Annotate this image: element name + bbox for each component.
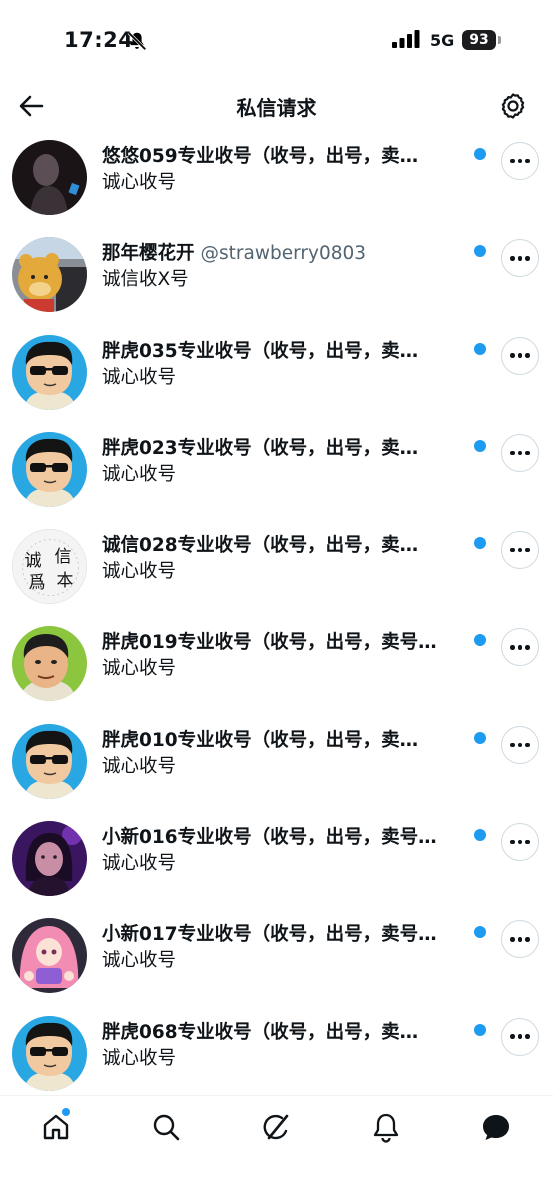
- page-title: 私信请求: [236, 96, 317, 120]
- bottom-navigation: [0, 1095, 553, 1201]
- unread-indicator: [474, 731, 486, 744]
- avatar[interactable]: [12, 1015, 87, 1091]
- nav-search[interactable]: [150, 1111, 182, 1143]
- battery-tip: [498, 36, 501, 44]
- avatar[interactable]: [12, 626, 87, 702]
- sender-handle: @strawberry0803: [200, 243, 367, 265]
- sender-name: 胖虎019专业收号（收号，出号，卖号…: [102, 632, 437, 654]
- home-unread-dot: [62, 1108, 70, 1116]
- avatar[interactable]: [12, 140, 87, 215]
- unread-indicator: [474, 245, 486, 258]
- message-preview: 诚心收号: [102, 853, 177, 875]
- notifications-icon: [373, 1113, 399, 1143]
- unread-indicator: [474, 342, 486, 355]
- more-options-button[interactable]: [501, 433, 539, 472]
- avatar[interactable]: [12, 431, 87, 507]
- seal-char: 诚: [25, 551, 42, 571]
- message-preview: 诚信收X号: [102, 269, 189, 291]
- more-options-button[interactable]: [501, 628, 539, 667]
- network-type: 5G: [430, 31, 455, 50]
- search-icon: [153, 1114, 180, 1141]
- unread-indicator: [474, 926, 486, 939]
- status-time: 17:24: [64, 28, 134, 52]
- list-item[interactable]: 胖虎019专业收号（收号，出号，卖号… 诚心收号: [0, 616, 553, 713]
- message-preview: 诚心收号: [102, 463, 177, 485]
- more-options-button[interactable]: [501, 920, 539, 959]
- seal-char: 信: [55, 547, 72, 567]
- unread-indicator: [474, 537, 486, 550]
- message-preview: 诚心收号: [102, 755, 177, 777]
- nav-grok[interactable]: [260, 1111, 292, 1143]
- status-bar: 17:24 5G 93: [0, 0, 553, 80]
- avatar[interactable]: 诚 信 爲 本: [12, 529, 87, 605]
- unread-indicator: [474, 829, 486, 842]
- sender-name: 那年樱花开 @strawberry0803: [102, 243, 367, 265]
- list-item[interactable]: 胖虎010专业收号（收号，出号，卖… 诚心收号: [0, 714, 553, 811]
- message-preview: 诚心收号: [102, 658, 177, 680]
- more-options-button[interactable]: [501, 823, 539, 862]
- cellular-signal-icon: [392, 30, 420, 48]
- list-item[interactable]: 胖虎035专业收号（收号，出号，卖… 诚心收号: [0, 325, 553, 422]
- avatar[interactable]: [12, 237, 87, 313]
- settings-gear-icon[interactable]: [498, 91, 528, 121]
- more-options-button[interactable]: [501, 142, 539, 180]
- avatar[interactable]: [12, 723, 87, 799]
- seal-char: 爲: [29, 573, 46, 593]
- unread-indicator: [474, 148, 486, 160]
- list-item[interactable]: 小新017专业收号（收号，出号，卖号… 诚心收号: [0, 908, 553, 1005]
- message-preview: 诚心收号: [102, 1047, 177, 1069]
- muted-bell-icon: [127, 31, 147, 51]
- list-item[interactable]: 胖虎068专业收号（收号，出号，卖… 诚心收号: [0, 1006, 553, 1103]
- messages-icon: [483, 1115, 509, 1140]
- avatar[interactable]: [12, 334, 87, 410]
- sender-name: 胖虎035专业收号（收号，出号，卖…: [102, 340, 419, 362]
- more-options-button[interactable]: [501, 725, 539, 764]
- more-options-button[interactable]: [501, 239, 539, 278]
- unread-indicator: [474, 1023, 486, 1036]
- list-item[interactable]: 小新016专业收号（收号，出号，卖号… 诚心收号: [0, 811, 553, 908]
- avatar[interactable]: [12, 918, 87, 994]
- list-item[interactable]: 那年樱花开 @strawberry0803 诚信收X号: [0, 227, 553, 324]
- message-preview: 诚心收号: [102, 950, 177, 972]
- more-options-button[interactable]: [501, 336, 539, 375]
- nav-messages[interactable]: [480, 1111, 512, 1143]
- more-options-button[interactable]: [501, 1017, 539, 1056]
- top-bar: 私信请求: [0, 80, 553, 132]
- sender-name: 胖虎010专业收号（收号，出号，卖…: [102, 729, 419, 751]
- sender-name: 悠悠059专业收号（收号，出号，卖…: [102, 146, 419, 167]
- message-preview: 诚心收号: [102, 366, 177, 388]
- message-request-list: 悠悠059专业收号（收号，出号，卖… 诚心收号 那年樱花开 @strawberry…: [0, 130, 553, 1103]
- sender-name: 小新016专业收号（收号，出号，卖号…: [102, 827, 437, 849]
- grok-icon: [263, 1114, 289, 1140]
- list-item[interactable]: 胖虎023专业收号（收号，出号，卖… 诚心收号: [0, 422, 553, 519]
- message-preview: 诚心收号: [102, 561, 177, 583]
- seal-char: 本: [57, 571, 74, 591]
- message-preview: 诚心收号: [102, 172, 177, 193]
- nav-notifications[interactable]: [370, 1111, 402, 1143]
- unread-indicator: [474, 439, 486, 452]
- battery-level: 93: [462, 30, 496, 50]
- avatar[interactable]: [12, 821, 87, 897]
- sender-name: 胖虎023专业收号（收号，出号，卖…: [102, 437, 419, 459]
- sender-name: 胖虎068专业收号（收号，出号，卖…: [102, 1021, 419, 1043]
- more-options-button[interactable]: [501, 531, 539, 570]
- unread-indicator: [474, 634, 486, 647]
- sender-name: 小新017专业收号（收号，出号，卖号…: [102, 924, 437, 946]
- sender-name: 诚信028专业收号（收号，出号，卖…: [102, 535, 419, 557]
- list-item[interactable]: 诚 信 爲 本 诚信028专业收号（收号，出号，卖… 诚心收号: [0, 519, 553, 616]
- list-item[interactable]: 悠悠059专业收号（收号，出号，卖… 诚心收号: [0, 130, 553, 227]
